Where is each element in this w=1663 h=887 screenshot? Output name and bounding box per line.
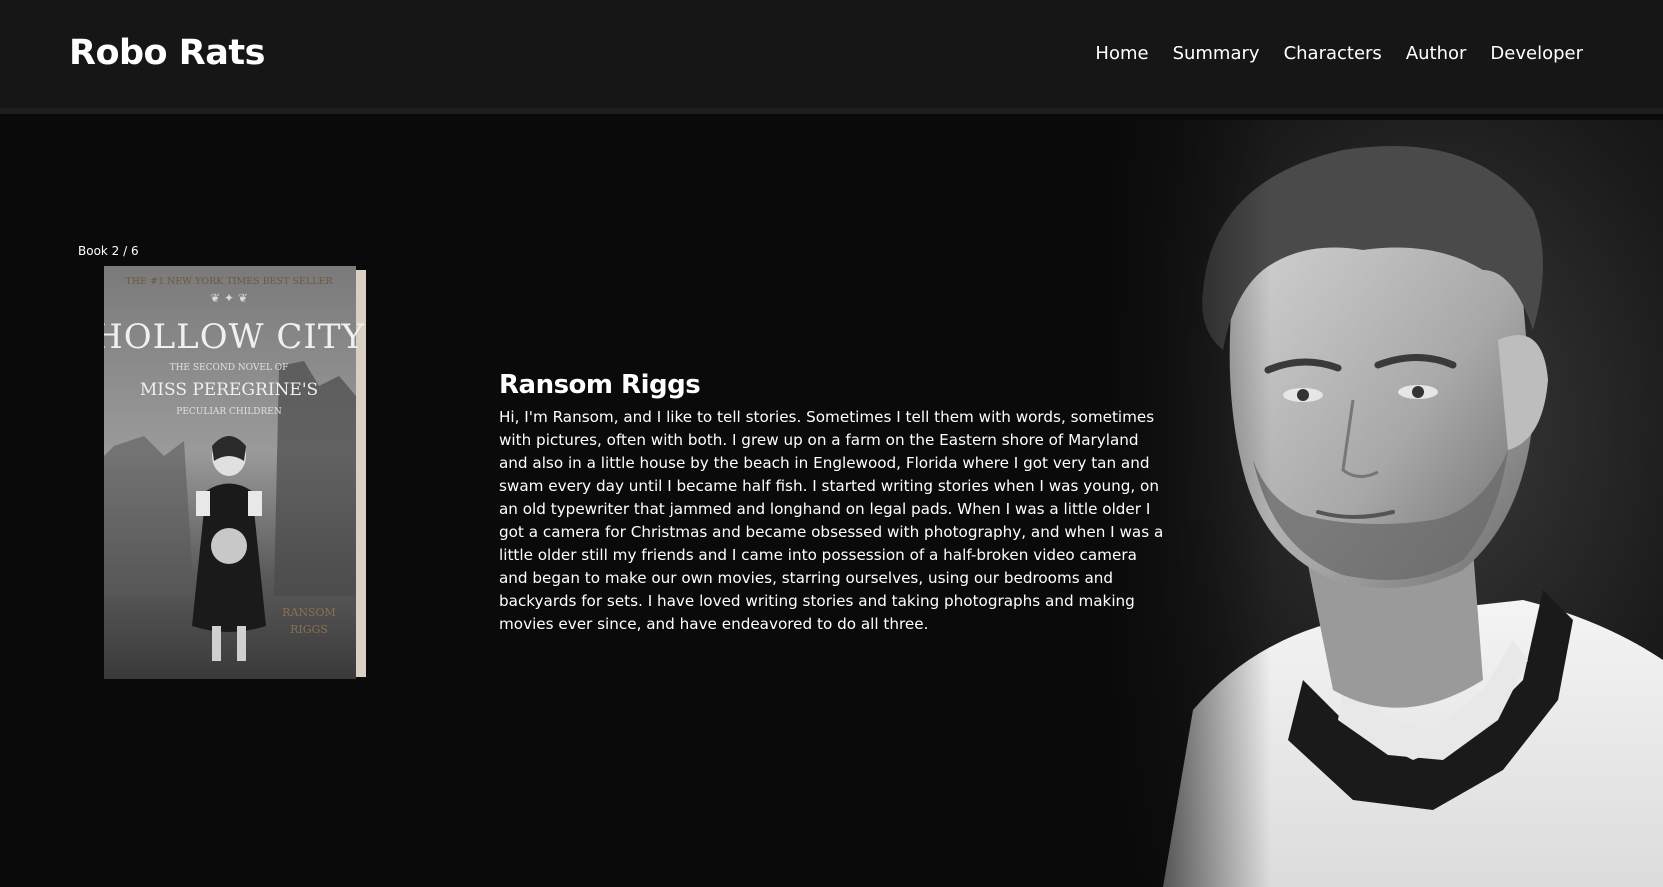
nav-author[interactable]: Author: [1406, 43, 1467, 64]
nav-developer[interactable]: Developer: [1490, 43, 1583, 64]
author-bio: Hi, I'm Ransom, and I like to tell stori…: [499, 408, 1164, 633]
ornament-icon: ❦ ✦ ❦: [210, 291, 248, 305]
book-counter: Book 2 / 6: [78, 244, 139, 258]
author-name: Ransom Riggs: [499, 370, 701, 400]
nav-characters[interactable]: Characters: [1284, 43, 1382, 64]
cover-subtitle-1: THE SECOND NOVEL OF: [170, 363, 289, 373]
cover-title: HOLLOW CITY: [104, 317, 365, 357]
book-cover[interactable]: THE #1 NEW YORK TIMES BEST SELLER ❦ ✦ ❦ …: [104, 266, 367, 679]
cover-author-2: RIGGS: [290, 623, 328, 636]
nav-summary[interactable]: Summary: [1173, 43, 1260, 64]
author-info: Ransom Riggs Hi, I'm Ransom, and I like …: [499, 370, 1169, 636]
author-portrait: [1103, 120, 1663, 887]
brand-logo[interactable]: Robo Rats: [69, 33, 265, 73]
cover-subtitle-2: MISS PEREGRINE'S: [140, 380, 318, 400]
cover-subtitle-3: PECULIAR CHILDREN: [176, 407, 282, 417]
nav-home[interactable]: Home: [1095, 43, 1148, 64]
author-section: Book 2 / 6 THE #1 NEW YORK TIMES BEST SE…: [0, 120, 1663, 887]
site-header: Robo Rats Home Summary Characters Author…: [0, 0, 1663, 114]
main-nav: Home Summary Characters Author Developer: [1095, 43, 1583, 64]
cover-top-line: THE #1 NEW YORK TIMES BEST SELLER: [125, 276, 333, 287]
cover-author-1: RANSOM: [282, 606, 336, 619]
